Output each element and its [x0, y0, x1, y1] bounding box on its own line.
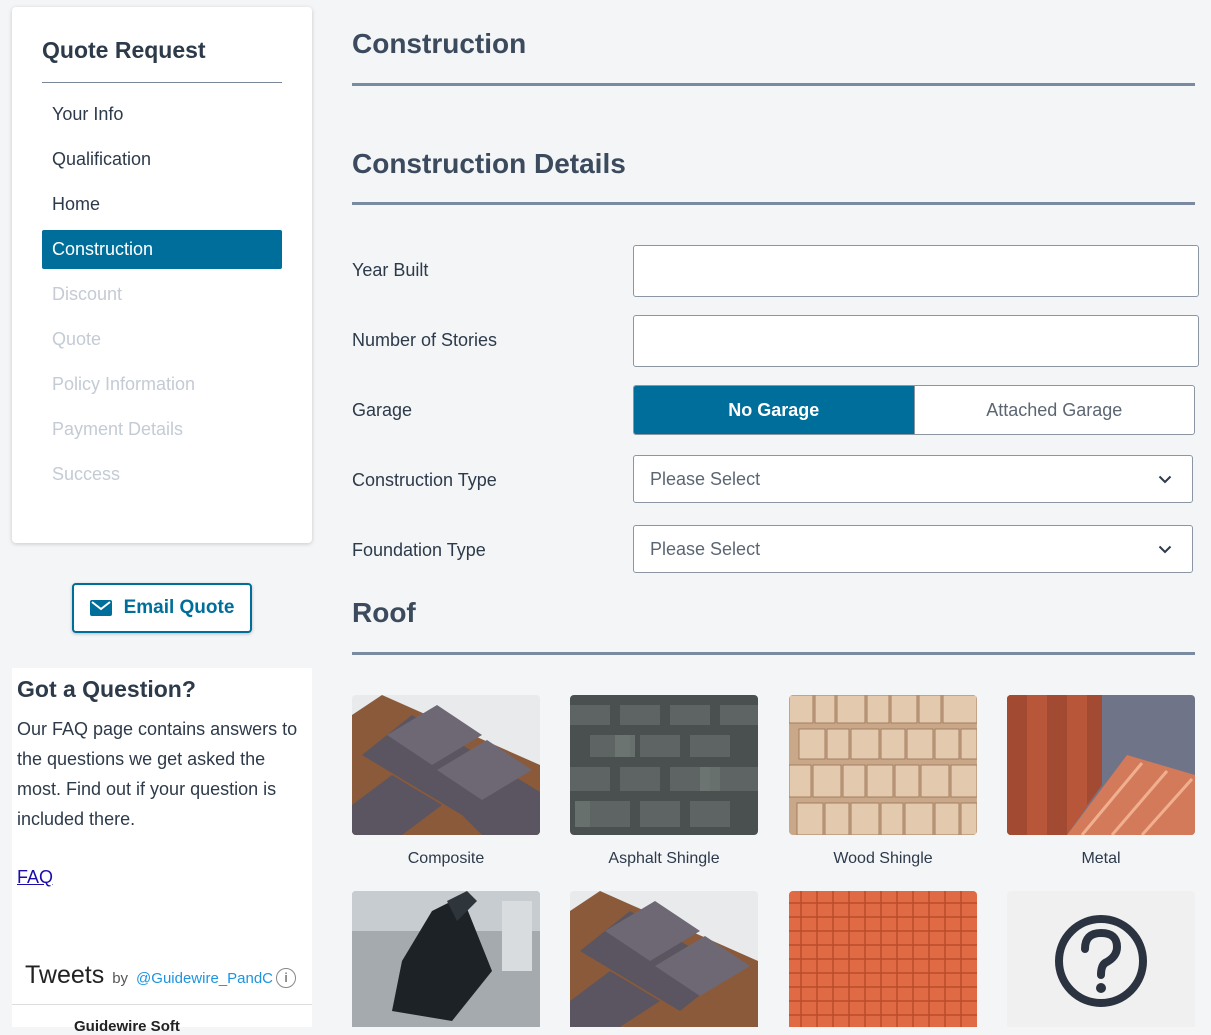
foundation-type-value: Please Select [650, 538, 761, 559]
garage-option-attached-garage[interactable]: Attached Garage [913, 386, 1195, 434]
question-mark-image [1007, 891, 1195, 1027]
roof-heading: Roof [352, 597, 416, 628]
question-circle-icon [1055, 915, 1147, 1007]
nav-item-construction[interactable]: Construction [42, 230, 282, 269]
wood-shingle-image [789, 695, 977, 835]
foundation-type-select[interactable]: Please Select [633, 525, 1193, 573]
faq-card: Got a Question? Our FAQ page contains an… [12, 668, 312, 1035]
email-quote-button[interactable]: Email Quote [72, 583, 252, 633]
year-built-label: Year Built [352, 260, 429, 280]
tile-image [789, 891, 977, 1027]
nav-item-discount: Discount [52, 284, 123, 304]
nav-item-payment-details: Payment Details [52, 419, 184, 439]
nav-item-policy-information: Policy Information [52, 374, 196, 394]
asphalt-shingle-image [570, 695, 758, 835]
nav-item-quote: Quote [52, 329, 102, 349]
email-quote-label: Email Quote [123, 597, 235, 618]
construction-type-label: Construction Type [352, 470, 497, 490]
page-title: Construction [352, 28, 527, 59]
nav-item-qualification[interactable]: Qualification [42, 140, 282, 179]
title-divider [352, 83, 1195, 86]
slate-image [570, 891, 758, 1027]
faq-text: Our FAQ page contains answers to the que… [17, 719, 298, 829]
garage-option-no-garage[interactable]: No Garage [634, 386, 914, 434]
nav-item-your-info[interactable]: Your Info [42, 95, 282, 134]
roof-option-slate[interactable] [570, 891, 758, 1027]
roof-divider [352, 652, 1195, 655]
construction-details-heading: Construction Details [352, 148, 626, 179]
stories-label: Number of Stories [352, 330, 498, 350]
roof-option-composite[interactable]: Composite [352, 695, 540, 868]
faq-title: Got a Question? [17, 676, 196, 702]
asphalt-shingle-label: Asphalt Shingle [608, 850, 720, 867]
nav-title: Quote Request [42, 37, 206, 63]
composite-label: Composite [407, 850, 485, 867]
roof-option-asphalt-shingle[interactable]: Asphalt Shingle [570, 695, 758, 868]
tweets-divider [12, 1004, 312, 1005]
construction-type-select[interactable]: Please Select [633, 455, 1193, 503]
details-divider [352, 202, 1195, 205]
chevron-down-icon [1158, 545, 1172, 553]
quote-request-nav: Quote Request Your Info Qualification Ho… [12, 7, 312, 543]
roof-option-metal[interactable]: Metal [1007, 695, 1195, 868]
tweets-header: Tweets by @Guidewire_PandC [25, 961, 273, 990]
faq-link[interactable]: FAQ [17, 867, 53, 888]
roof-option-other[interactable] [1007, 891, 1195, 1027]
metal-label: Metal [1081, 850, 1121, 867]
construction-type-value: Please Select [650, 468, 761, 489]
stories-input[interactable] [633, 315, 1199, 367]
roof-option-tile[interactable] [789, 891, 977, 1027]
metal-image [1007, 695, 1195, 835]
foundation-type-label: Foundation Type [352, 540, 486, 560]
chevron-down-icon [1158, 475, 1172, 483]
nav-item-home[interactable]: Home [42, 185, 282, 224]
nav-item-success: Success [52, 464, 121, 484]
tar-and-gravel-image [352, 891, 540, 1027]
garage-label: Garage [352, 400, 413, 420]
envelope-icon [89, 600, 112, 616]
roof-option-tar-and-gravel[interactable] [352, 891, 540, 1027]
nav-list: Your Info Qualification Home Constructio… [42, 95, 282, 500]
info-icon[interactable]: i [276, 968, 296, 988]
tweets-title: Tweets [25, 961, 105, 989]
garage-toggle: No Garage Attached Garage [633, 385, 1195, 435]
tweets-by: by [112, 970, 129, 987]
composite-image [352, 695, 540, 835]
tweets-handle-link[interactable]: @Guidewire_PandC [136, 970, 273, 987]
year-built-input[interactable] [633, 245, 1199, 297]
nav-divider [42, 82, 282, 83]
roof-option-wood-shingle[interactable]: Wood Shingle [789, 695, 977, 868]
wood-shingle-label: Wood Shingle [833, 850, 933, 867]
